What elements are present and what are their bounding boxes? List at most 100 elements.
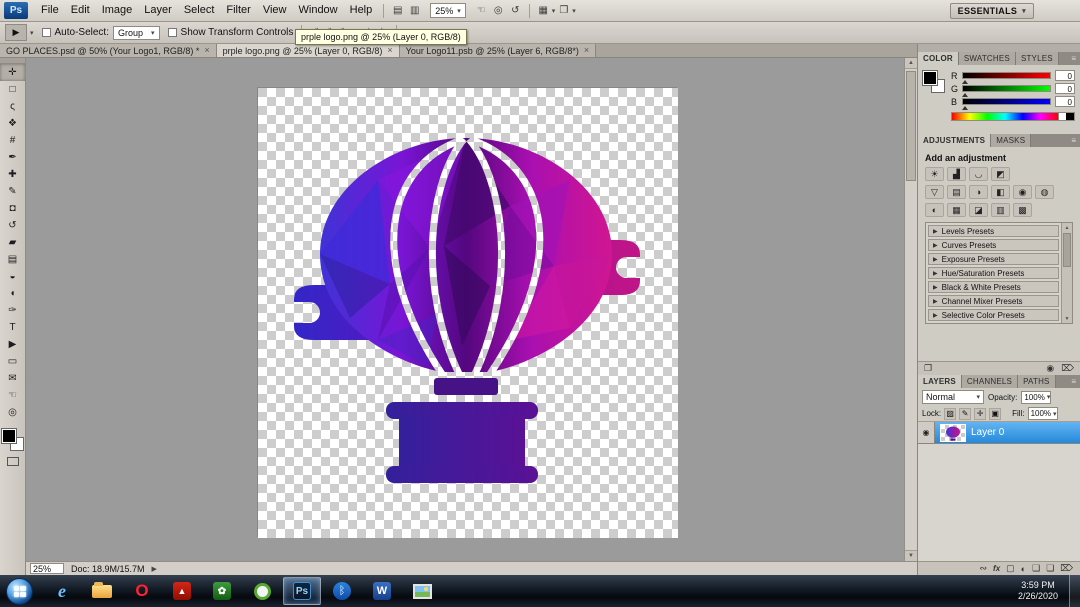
panel-menu-icon[interactable]: ≡	[1067, 52, 1080, 65]
curves-presets-item[interactable]: ▶ Curves Presets	[928, 239, 1059, 251]
menu-select[interactable]: Select	[178, 0, 221, 21]
expander-icon[interactable]: ▶	[933, 312, 938, 319]
channel-mixer-icon[interactable]: ◍	[1035, 185, 1054, 199]
workspace-switcher[interactable]: ESSENTIALS ▾	[949, 2, 1034, 19]
start-button[interactable]	[6, 577, 33, 605]
delete-layer-icon[interactable]: ⌦	[1060, 563, 1073, 574]
black-swatch[interactable]	[1066, 113, 1074, 120]
clone-stamp-tool[interactable]: ◘	[0, 200, 25, 217]
layer-name[interactable]: Layer 0	[971, 427, 1004, 438]
expander-icon[interactable]: ▶	[933, 228, 938, 235]
canvas-artwork[interactable]	[258, 88, 678, 538]
hand-icon[interactable]: ☜	[473, 5, 490, 16]
arrange-documents-icon[interactable]: ▦	[535, 5, 552, 16]
layer-visibility-toggle[interactable]: ◉	[918, 422, 935, 443]
taskbar-photo-viewer[interactable]	[403, 577, 441, 605]
taskbar-opera[interactable]: O	[123, 577, 161, 605]
gradient-map-icon[interactable]: ▥	[991, 203, 1010, 217]
scrollbar-thumb[interactable]	[1063, 233, 1071, 267]
tab-channels[interactable]: CHANNELS	[961, 375, 1019, 388]
rotate-view-icon[interactable]: ↺	[507, 5, 524, 16]
tab-paths[interactable]: PATHS	[1018, 375, 1056, 388]
type-tool[interactable]: T	[0, 319, 25, 336]
foreground-color-swatch[interactable]	[1, 429, 16, 443]
slider-thumb[interactable]	[962, 93, 968, 97]
taskbar-photoshop[interactable]: Ps	[283, 577, 321, 605]
red-value-input[interactable]: 0	[1055, 70, 1075, 81]
taskbar-media-app[interactable]	[243, 577, 281, 605]
new-layer-icon[interactable]: ❏	[1046, 563, 1054, 574]
fill-input[interactable]: 100% ▾	[1027, 407, 1058, 420]
invert-icon[interactable]: ◐	[925, 203, 944, 217]
white-swatch[interactable]	[1058, 113, 1066, 120]
exposure-presets-item[interactable]: ▶ Exposure Presets	[928, 253, 1059, 265]
lock-transparent-icon[interactable]: ▨	[944, 407, 957, 420]
pen-tool[interactable]: ✑	[0, 302, 25, 319]
channel-mixer-presets-item[interactable]: ▶ Channel Mixer Presets	[928, 295, 1059, 307]
taskbar-file-explorer[interactable]	[83, 577, 121, 605]
taskbar-green-app[interactable]: ✿	[203, 577, 241, 605]
spectrum-gradient[interactable]	[952, 113, 1058, 120]
show-transform-checkbox[interactable]	[167, 28, 177, 37]
quick-mask-button[interactable]	[0, 453, 25, 470]
photo-filter-icon[interactable]: ◉	[1013, 185, 1032, 199]
doc-tab-prple-logo[interactable]: prple logo.png @ 25% (Layer 0, RGB/8) ×	[216, 44, 400, 57]
auto-select-dropdown[interactable]: Group ▾	[113, 25, 160, 40]
move-tool-preset[interactable]: ▶	[5, 24, 27, 41]
document-canvas[interactable]	[257, 87, 678, 538]
magnifier-icon[interactable]: ◎	[490, 5, 507, 16]
brush-tool[interactable]: ✎	[0, 183, 25, 200]
menu-window[interactable]: Window	[293, 0, 344, 21]
levels-presets-item[interactable]: ▶ Levels Presets	[928, 225, 1059, 237]
healing-brush-tool[interactable]: ✚	[0, 166, 25, 183]
path-selection-tool[interactable]: ▶	[0, 336, 25, 353]
menu-layer[interactable]: Layer	[138, 0, 178, 21]
crop-tool[interactable]: #	[0, 132, 25, 149]
menu-view[interactable]: View	[257, 0, 293, 21]
eraser-tool[interactable]: ▰	[0, 234, 25, 251]
marquee-tool[interactable]: □	[0, 81, 25, 98]
lasso-tool[interactable]: ς	[0, 98, 25, 115]
presets-scrollbar[interactable]: ▲ ▼	[1061, 223, 1072, 323]
view-extras-icon[interactable]: ▥	[406, 5, 423, 16]
close-icon[interactable]: ×	[584, 46, 589, 55]
layer-thumbnail[interactable]	[940, 423, 966, 442]
adjustment-layer-icon[interactable]: ◐	[1021, 564, 1026, 574]
scrollbar-thumb[interactable]	[906, 71, 916, 181]
tab-styles[interactable]: STYLES	[1015, 52, 1059, 65]
black-white-presets-item[interactable]: ▶ Black & White Presets	[928, 281, 1059, 293]
show-desktop-button[interactable]	[1069, 575, 1080, 607]
doc-tab-go-places[interactable]: GO PLACES.psd @ 50% (Your Logo1, RGB/8) …	[0, 44, 217, 57]
canvas-viewport[interactable]: ▲ ▼ 25% Doc: 18.9M/15.7M ▶	[26, 58, 917, 575]
rectangle-tool[interactable]: ▭	[0, 353, 25, 370]
close-icon[interactable]: ×	[387, 46, 392, 55]
expanded-view-icon[interactable]: ❐	[924, 363, 932, 374]
blur-tool[interactable]: ◒	[0, 268, 25, 285]
color-balance-icon[interactable]: ◑	[969, 185, 988, 199]
taskbar-adobe-reader[interactable]: ▲	[163, 577, 201, 605]
slider-thumb[interactable]	[962, 106, 968, 110]
menu-image[interactable]: Image	[96, 0, 139, 21]
black-white-icon[interactable]: ◧	[991, 185, 1010, 199]
green-slider[interactable]	[962, 85, 1051, 97]
menu-file[interactable]: File	[35, 0, 65, 21]
layer-row-layer-0[interactable]: ◉ Layer 0	[918, 422, 1080, 444]
menu-edit[interactable]: Edit	[65, 0, 96, 21]
expander-icon[interactable]: ▶	[933, 270, 938, 277]
status-flyout-icon[interactable]: ▶	[152, 565, 157, 573]
lock-all-icon[interactable]: ▣	[989, 407, 1002, 420]
hue-saturation-icon[interactable]: ▤	[947, 185, 966, 199]
expander-icon[interactable]: ▶	[933, 284, 938, 291]
tab-swatches[interactable]: SWATCHES	[958, 52, 1016, 65]
tab-layers[interactable]: LAYERS	[918, 375, 962, 388]
blue-slider[interactable]	[962, 98, 1051, 110]
taskbar-word[interactable]: W	[363, 577, 401, 605]
link-layers-icon[interactable]: ∾	[979, 563, 987, 574]
tab-color[interactable]: COLOR	[918, 52, 959, 65]
status-zoom-input[interactable]: 25%	[30, 563, 64, 574]
delete-adjustment-icon[interactable]: ⌦	[1061, 363, 1074, 374]
selective-color-icon[interactable]: ▩	[1013, 203, 1032, 217]
lock-position-icon[interactable]: ✛	[974, 407, 987, 420]
levels-icon[interactable]: ▟	[947, 167, 966, 181]
move-tool[interactable]: ✛	[0, 64, 25, 81]
